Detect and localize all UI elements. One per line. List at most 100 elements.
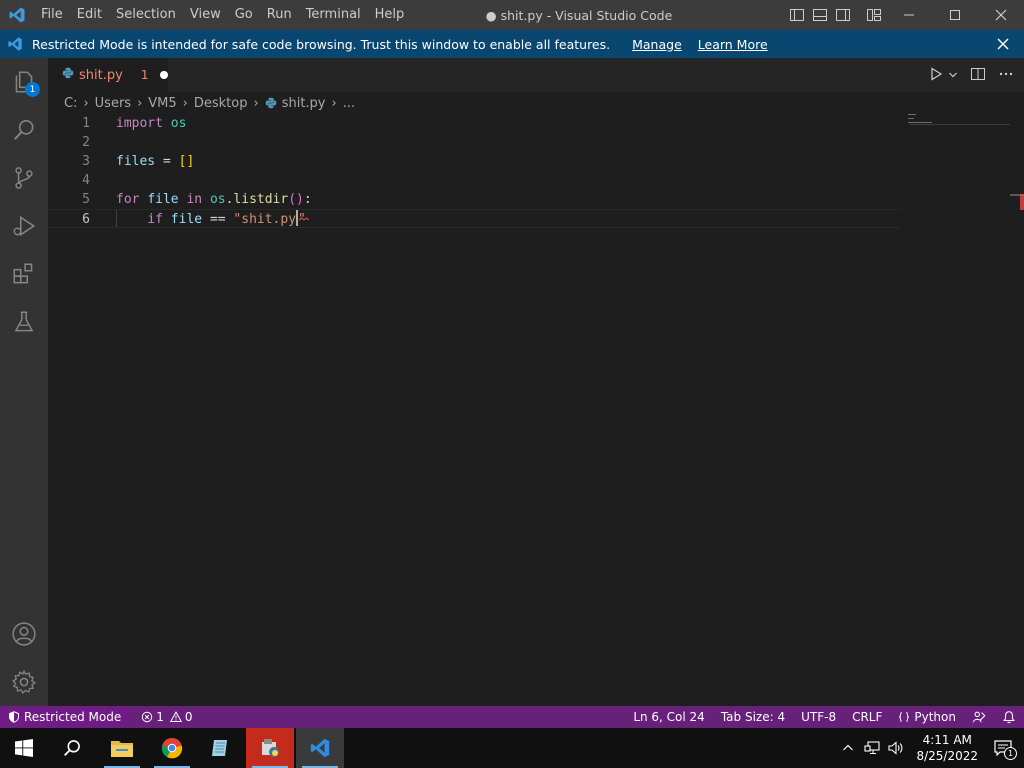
variable-token: file: [170, 212, 203, 227]
split-editor-icon[interactable]: [970, 66, 986, 86]
notifications-bell-icon[interactable]: [994, 710, 1024, 724]
learn-more-link[interactable]: Learn More: [698, 37, 768, 52]
code-line: 1 import os: [48, 114, 900, 133]
menu-bar: File Edit Selection View Go Run Terminal…: [34, 0, 411, 30]
code-editor[interactable]: 1 import os 2 3 files = [] 4 5 for file …: [48, 114, 1024, 706]
breadcrumb-vm5[interactable]: VM5: [148, 96, 176, 111]
windows-taskbar: 4:11 AM 8/25/2022 1: [0, 728, 1024, 768]
close-banner-icon[interactable]: [994, 35, 1012, 53]
minimap[interactable]: [908, 114, 1010, 128]
operator-token: ==: [209, 212, 226, 227]
extensions-icon[interactable]: [0, 250, 48, 298]
tab-shit-py[interactable]: shit.py 1: [48, 58, 168, 92]
action-center-icon[interactable]: 1: [994, 740, 1017, 760]
restricted-mode-banner: Restricted Mode is intended for safe cod…: [0, 30, 1024, 58]
breadcrumb-file[interactable]: shit.py: [282, 96, 326, 111]
manage-link[interactable]: Manage: [632, 37, 682, 52]
testing-icon[interactable]: [0, 298, 48, 346]
taskbar-search-icon[interactable]: [48, 728, 96, 768]
code-line-current: 6 if file == "shit.py ": [48, 209, 900, 228]
minimize-icon[interactable]: [886, 0, 932, 30]
more-actions-icon[interactable]: [998, 66, 1014, 86]
banner-message: Restricted Mode is intended for safe cod…: [32, 36, 611, 52]
feedback-icon[interactable]: [964, 710, 994, 724]
overview-ruler-error: [1020, 194, 1024, 210]
notification-count-badge: 1: [1004, 747, 1017, 760]
python-file-icon: [62, 67, 74, 83]
menu-terminal[interactable]: Terminal: [299, 0, 368, 30]
manage-gear-icon[interactable]: [0, 658, 48, 706]
breadcrumb-drive[interactable]: C:: [64, 96, 77, 111]
menu-go[interactable]: Go: [228, 0, 260, 30]
line-number: 5: [82, 192, 90, 207]
line-number: 3: [82, 154, 90, 169]
volume-icon[interactable]: [888, 741, 904, 755]
line-number: 6: [82, 212, 90, 227]
file-explorer-icon[interactable]: [98, 728, 146, 768]
vscode-taskbar-icon[interactable]: [296, 728, 344, 768]
cursor-position[interactable]: Ln 6, Col 24: [625, 710, 713, 724]
toggle-panel-icon[interactable]: [811, 6, 829, 24]
explorer-badge: 1: [25, 82, 40, 97]
editor-tabs: shit.py 1: [48, 58, 1024, 92]
chrome-icon[interactable]: [148, 728, 196, 768]
customize-layout-icon[interactable]: [865, 6, 883, 24]
problems-indicator[interactable]: 1 0: [141, 710, 193, 724]
status-bar: Restricted Mode 1 0 Ln 6, Col 24 Tab Siz…: [0, 706, 1024, 728]
menu-run[interactable]: Run: [260, 0, 299, 30]
run-and-debug-icon[interactable]: [0, 202, 48, 250]
clock-date: 8/25/2022: [916, 749, 978, 763]
explorer-icon[interactable]: 1: [0, 58, 48, 106]
warning-icon: [169, 711, 182, 722]
close-window-icon[interactable]: [978, 0, 1024, 30]
show-hidden-icons-chevron-icon[interactable]: [842, 742, 854, 754]
tab-problem-count: 1: [140, 68, 149, 82]
accounts-icon[interactable]: [0, 610, 48, 658]
search-icon[interactable]: [0, 106, 48, 154]
code-line: 4: [48, 171, 900, 190]
keyword-token: in: [186, 192, 203, 207]
menu-view[interactable]: View: [183, 0, 228, 30]
menu-help[interactable]: Help: [368, 0, 412, 30]
breadcrumb-desktop[interactable]: Desktop: [194, 96, 248, 111]
python-setup-icon[interactable]: [246, 728, 294, 768]
encoding[interactable]: UTF-8: [793, 710, 844, 724]
menu-file[interactable]: File: [34, 0, 70, 30]
windows-start-icon[interactable]: [0, 728, 48, 768]
menu-edit[interactable]: Edit: [70, 0, 109, 30]
run-python-file-icon[interactable]: [928, 66, 944, 86]
shield-icon: [9, 711, 19, 723]
maximize-icon[interactable]: [932, 0, 978, 30]
variable-token: files: [116, 154, 156, 169]
network-icon[interactable]: [864, 741, 881, 755]
end-of-line[interactable]: CRLF: [844, 710, 890, 724]
breadcrumb-symbols[interactable]: ...: [343, 96, 355, 111]
source-control-icon[interactable]: [0, 154, 48, 202]
title-bar: File Edit Selection View Go Run Terminal…: [0, 0, 1024, 30]
error-count: 1: [156, 710, 164, 724]
restricted-mode-indicator[interactable]: Restricted Mode: [0, 706, 130, 728]
run-dropdown-chevron-icon[interactable]: [948, 69, 958, 84]
vscode-banner-icon: [0, 36, 30, 52]
code-line: 3 files = []: [48, 152, 900, 171]
tab-size[interactable]: Tab Size: 4: [713, 710, 793, 724]
breadcrumb-users[interactable]: Users: [95, 96, 131, 111]
activity-bar: 1: [0, 58, 48, 706]
variable-token: file: [147, 192, 179, 207]
toggle-primary-sidebar-icon[interactable]: [788, 6, 806, 24]
colon-token: :: [303, 192, 312, 207]
line-number: 4: [82, 173, 90, 188]
unsaved-dot-icon[interactable]: [160, 71, 168, 79]
menu-selection[interactable]: Selection: [109, 0, 183, 30]
string-token: "shit.py: [233, 212, 297, 227]
system-tray: 4:11 AM 8/25/2022 1: [842, 728, 1024, 768]
notepad-app-icon[interactable]: [196, 728, 244, 768]
language-mode[interactable]: Python: [890, 710, 964, 724]
language-label: Python: [914, 710, 956, 724]
warning-count: 0: [184, 710, 193, 724]
taskbar-clock[interactable]: 4:11 AM 8/25/2022: [916, 732, 978, 764]
toggle-secondary-sidebar-icon[interactable]: [834, 6, 852, 24]
keyword-token: import: [116, 116, 163, 131]
chevron-right-icon: ›: [182, 95, 188, 111]
tab-label: shit.py: [79, 67, 123, 83]
